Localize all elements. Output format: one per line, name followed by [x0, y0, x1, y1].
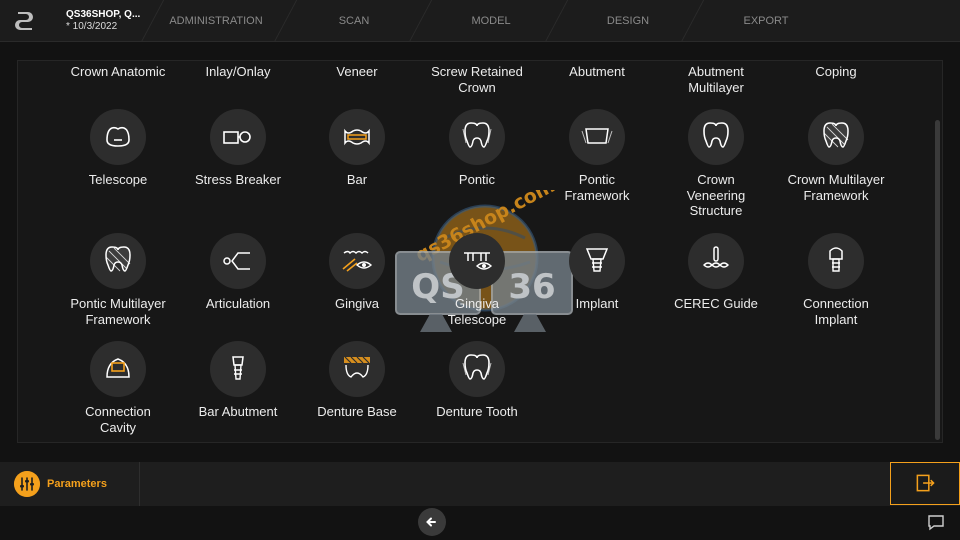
- app-logo-icon[interactable]: [12, 9, 36, 33]
- case-info[interactable]: QS36SHOP, Q... * 10/3/2022: [66, 9, 140, 33]
- telescope-icon[interactable]: [90, 109, 146, 165]
- pontic-framework-icon[interactable]: [569, 109, 625, 165]
- step-administration[interactable]: ADMINISTRATION: [156, 0, 276, 42]
- stress-breaker-icon[interactable]: [210, 109, 266, 165]
- restoration-label-pontic-multilayer-framework[interactable]: Pontic Multilayer Framework: [48, 296, 188, 327]
- restoration-label-cerec-guide[interactable]: CEREC Guide: [646, 296, 786, 312]
- restoration-label-pontic[interactable]: Pontic: [407, 172, 547, 188]
- step-model[interactable]: MODEL: [431, 0, 551, 42]
- parameters-label: Parameters: [47, 478, 107, 490]
- restoration-label-gingiva-telescope[interactable]: Gingiva Telescope: [407, 296, 547, 327]
- bottom-toolbar: Parameters: [0, 462, 960, 506]
- bar-abutment-icon[interactable]: [210, 341, 266, 397]
- step-design[interactable]: DESIGN: [568, 0, 688, 42]
- restoration-label-denture-tooth[interactable]: Denture Tooth: [407, 404, 547, 420]
- gingiva-telescope-icon[interactable]: [449, 233, 505, 289]
- crown-multilayer-icon[interactable]: [808, 109, 864, 165]
- arrow-left-icon: [426, 517, 436, 527]
- sliders-icon: [14, 471, 40, 497]
- cerec-guide-icon[interactable]: [688, 233, 744, 289]
- chat-icon[interactable]: [926, 512, 946, 532]
- denture-tooth-icon[interactable]: [449, 341, 505, 397]
- gingiva-icon[interactable]: [329, 233, 385, 289]
- articulation-icon[interactable]: [210, 233, 266, 289]
- restoration-label-bar[interactable]: Bar: [287, 172, 427, 188]
- restoration-label-connection-cavity[interactable]: Connection Cavity: [48, 404, 188, 435]
- step-export[interactable]: EXPORT: [706, 0, 826, 42]
- restoration-label-crown-veneering-structure[interactable]: Crown Veneering Structure: [646, 172, 786, 219]
- bar-icon[interactable]: [329, 109, 385, 165]
- restoration-label-screw-retained-crown[interactable]: Screw Retained Crown: [407, 64, 547, 95]
- restoration-label-gingiva[interactable]: Gingiva: [287, 296, 427, 312]
- footer-bar: [0, 506, 960, 540]
- restoration-label-connection-implant[interactable]: Connection Implant: [766, 296, 906, 327]
- restoration-label-crown-multilayer-framework[interactable]: Crown Multilayer Framework: [766, 172, 906, 203]
- back-button[interactable]: [418, 508, 446, 536]
- case-name: QS36SHOP, Q...: [66, 9, 141, 20]
- top-bar: QS36SHOP, Q... * 10/3/2022 ADMINISTRATIO…: [0, 0, 960, 42]
- restoration-label-veneer[interactable]: Veneer: [287, 64, 427, 80]
- case-date: * 10/3/2022: [66, 21, 118, 32]
- parameters-button[interactable]: Parameters: [0, 462, 140, 506]
- exit-icon: [916, 474, 935, 492]
- connection-cavity-icon[interactable]: [90, 341, 146, 397]
- implant-icon[interactable]: [569, 233, 625, 289]
- crown-veneering-icon[interactable]: [688, 109, 744, 165]
- restoration-label-coping[interactable]: Coping: [766, 64, 906, 80]
- exit-button[interactable]: [890, 462, 960, 505]
- restoration-label-crown-anatomic[interactable]: Crown Anatomic: [48, 64, 188, 80]
- panel-scrollbar[interactable]: [935, 120, 940, 440]
- restoration-label-telescope[interactable]: Telescope: [48, 172, 188, 188]
- step-scan[interactable]: SCAN: [294, 0, 414, 42]
- restoration-label-denture-base[interactable]: Denture Base: [287, 404, 427, 420]
- connection-implant-icon[interactable]: [808, 233, 864, 289]
- pontic-multilayer-icon[interactable]: [90, 233, 146, 289]
- pontic-icon[interactable]: [449, 109, 505, 165]
- restoration-label-abutment-multilayer[interactable]: Abutment Multilayer: [646, 64, 786, 95]
- denture-base-icon[interactable]: [329, 341, 385, 397]
